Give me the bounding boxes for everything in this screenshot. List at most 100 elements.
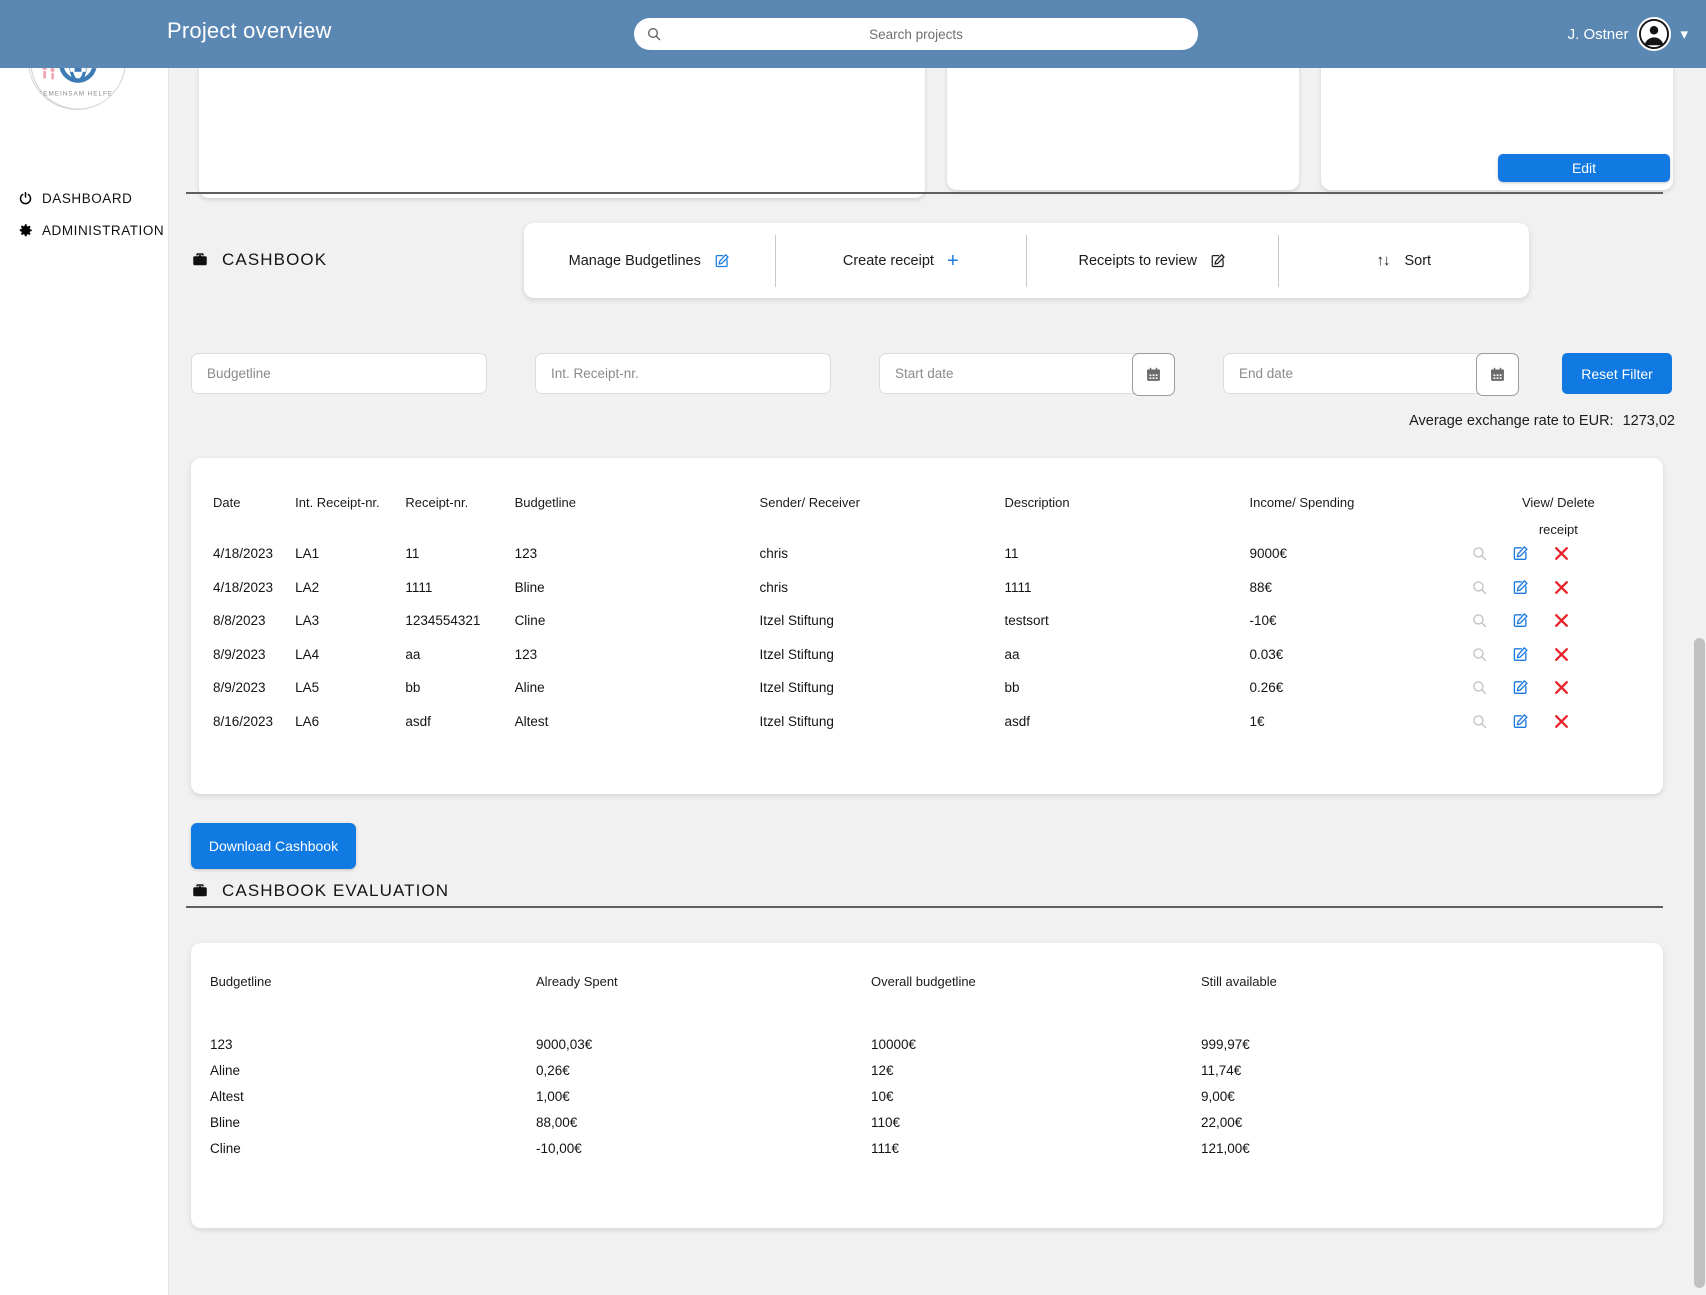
cell-budgetline: Bline: [514, 579, 545, 595]
start-date-calendar-button[interactable]: [1132, 353, 1175, 396]
view-receipt-icon[interactable]: [1471, 679, 1488, 696]
cell-actions: [1454, 537, 1663, 571]
col-sender-receiver: Sender/ Receiver: [759, 495, 860, 510]
table-row: Cline -10,00€ 111€ 121,00€: [191, 1135, 1663, 1161]
view-receipt-icon[interactable]: [1471, 612, 1488, 629]
int-receipt-input[interactable]: [536, 354, 830, 393]
end-date-calendar-button[interactable]: [1476, 353, 1519, 396]
edit-receipt-icon[interactable]: [1512, 713, 1529, 730]
svg-text:GEMEINSAM HELFEN: GEMEINSAM HELFEN: [37, 90, 118, 97]
delete-receipt-icon[interactable]: [1553, 646, 1570, 663]
col-eval-still-available: Still available: [1201, 974, 1277, 989]
edit-receipt-icon[interactable]: [1512, 679, 1529, 696]
overview-card-primary: [199, 68, 925, 198]
col-eval-budgetline: Budgetline: [210, 974, 272, 989]
cashbook-table-card: Date Int. Receipt-nr. Receipt-nr. Budget…: [191, 458, 1663, 794]
view-receipt-icon[interactable]: [1471, 646, 1488, 663]
divider-top: [186, 192, 1663, 194]
top-header-bar: Project overview J. Ostner ▾: [0, 0, 1706, 68]
sort-label: Sort: [1404, 252, 1432, 269]
cell-description: 1111: [1004, 579, 1032, 595]
sort-button[interactable]: ↑↓ Sort: [1279, 223, 1530, 298]
view-receipt-icon[interactable]: [1471, 579, 1488, 596]
cell-amount: 88€: [1249, 579, 1273, 595]
cell-receipt-nr: aa: [405, 646, 421, 662]
row-action-group: [1454, 612, 1663, 629]
search-icon: [646, 26, 662, 42]
briefcase-icon: [191, 251, 209, 269]
cashbook-table: Date Int. Receipt-nr. Receipt-nr. Budget…: [191, 458, 1663, 738]
int-receipt-filter[interactable]: [535, 353, 831, 394]
edit-receipt-icon[interactable]: [1512, 646, 1529, 663]
sidebar: Lands Aid GEMEINSAM HELFEN: [0, 0, 169, 1295]
receipts-to-review-button[interactable]: Receipts to review: [1027, 223, 1278, 298]
download-cashbook-button[interactable]: Download Cashbook: [191, 823, 356, 869]
start-date-filter[interactable]: [879, 353, 1175, 396]
calendar-icon: [1147, 367, 1160, 381]
delete-receipt-icon[interactable]: [1553, 679, 1570, 696]
table-row: 4/18/2023 LA2 1111 Bline chris 1111 88€: [191, 571, 1663, 605]
chevron-down-icon[interactable]: ▾: [1680, 27, 1688, 42]
evaluation-section-title: CASHBOOK EVALUATION: [222, 881, 450, 900]
create-receipt-button[interactable]: Create receipt +: [776, 223, 1027, 298]
end-date-input[interactable]: [1224, 354, 1518, 393]
cell-actions: [1454, 571, 1663, 605]
user-menu[interactable]: J. Ostner ▾: [1568, 12, 1688, 56]
table-row: Aline 0,26€ 12€ 11,74€: [191, 1057, 1663, 1083]
average-exchange-rate: Average exchange rate to EUR: 1273,02: [1409, 413, 1675, 429]
edit-button[interactable]: Edit: [1498, 154, 1670, 182]
edit-receipt-icon[interactable]: [1512, 545, 1529, 562]
cell-actions: [1454, 604, 1663, 638]
gear-icon: [18, 223, 33, 238]
delete-receipt-icon[interactable]: [1553, 545, 1570, 562]
cell-int-receipt-nr: LA4: [295, 646, 320, 662]
table-header-row: Date Int. Receipt-nr. Receipt-nr. Budget…: [191, 458, 1663, 537]
cell-budgetline: 123: [514, 646, 538, 662]
delete-receipt-icon[interactable]: [1553, 713, 1570, 730]
row-action-group: [1454, 579, 1663, 596]
cell-description: aa: [1004, 646, 1020, 662]
cell-amount: 0.03€: [1249, 646, 1284, 662]
table-row: 4/18/2023 LA1 11 123 chris 11 9000€: [191, 537, 1663, 571]
plus-icon: +: [946, 249, 959, 272]
edit-receipt-icon[interactable]: [1512, 579, 1529, 596]
manage-budgetlines-button[interactable]: Manage Budgetlines: [524, 223, 775, 298]
cell-actions: [1454, 638, 1663, 672]
sort-arrows-icon: ↑↓: [1376, 252, 1390, 269]
cashbook-section-title: CASHBOOK: [222, 250, 328, 269]
cell-eval-budgetline: 123: [210, 1036, 233, 1052]
cell-date: 4/18/2023: [213, 546, 274, 562]
cell-sender-receiver: Itzel Stiftung: [759, 680, 834, 696]
sidebar-item-dashboard[interactable]: DASHBOARD: [18, 182, 168, 214]
cell-date: 8/9/2023: [213, 646, 266, 662]
delete-receipt-icon[interactable]: [1553, 612, 1570, 629]
cell-eval-available: 999,97€: [1201, 1036, 1250, 1052]
exchange-rate-label: Average exchange rate to EUR:: [1409, 413, 1614, 429]
edit-receipt-icon[interactable]: [1512, 612, 1529, 629]
cell-sender-receiver: Itzel Stiftung: [759, 646, 834, 662]
calendar-icon: [1491, 367, 1504, 381]
evaluation-table-body: 123 9000,03€ 10000€ 999,97€ Aline 0,26€ 12€ 11,…: [191, 1031, 1663, 1161]
search-bar[interactable]: [634, 18, 1198, 50]
view-receipt-icon[interactable]: [1471, 713, 1488, 730]
cell-eval-available: 11,74€: [1201, 1062, 1242, 1078]
table-row: 8/8/2023 LA3 1234554321 Cline Itzel Stiftung…: [191, 604, 1663, 638]
view-receipt-icon[interactable]: [1471, 545, 1488, 562]
cell-description: 11: [1004, 546, 1019, 562]
budgetline-filter[interactable]: [191, 353, 487, 394]
search-input[interactable]: [662, 26, 1198, 42]
avatar[interactable]: [1637, 17, 1672, 51]
cell-eval-overall: 12€: [871, 1062, 894, 1078]
delete-receipt-icon[interactable]: [1553, 579, 1570, 596]
table-row: 123 9000,03€ 10000€ 999,97€: [191, 1031, 1663, 1057]
budgetline-input[interactable]: [192, 354, 486, 393]
cell-receipt-nr: asdf: [405, 713, 431, 729]
row-action-group: [1454, 679, 1663, 696]
end-date-filter[interactable]: [1223, 353, 1519, 396]
evaluation-section-heading: CASHBOOK EVALUATION: [191, 881, 449, 901]
sidebar-item-administration[interactable]: ADMINISTRATION: [18, 214, 168, 246]
start-date-input[interactable]: [880, 354, 1174, 393]
page-scrollbar-thumb[interactable]: [1694, 638, 1705, 1288]
reset-filter-button[interactable]: Reset Filter: [1562, 353, 1672, 394]
cell-amount: -10€: [1249, 613, 1277, 629]
